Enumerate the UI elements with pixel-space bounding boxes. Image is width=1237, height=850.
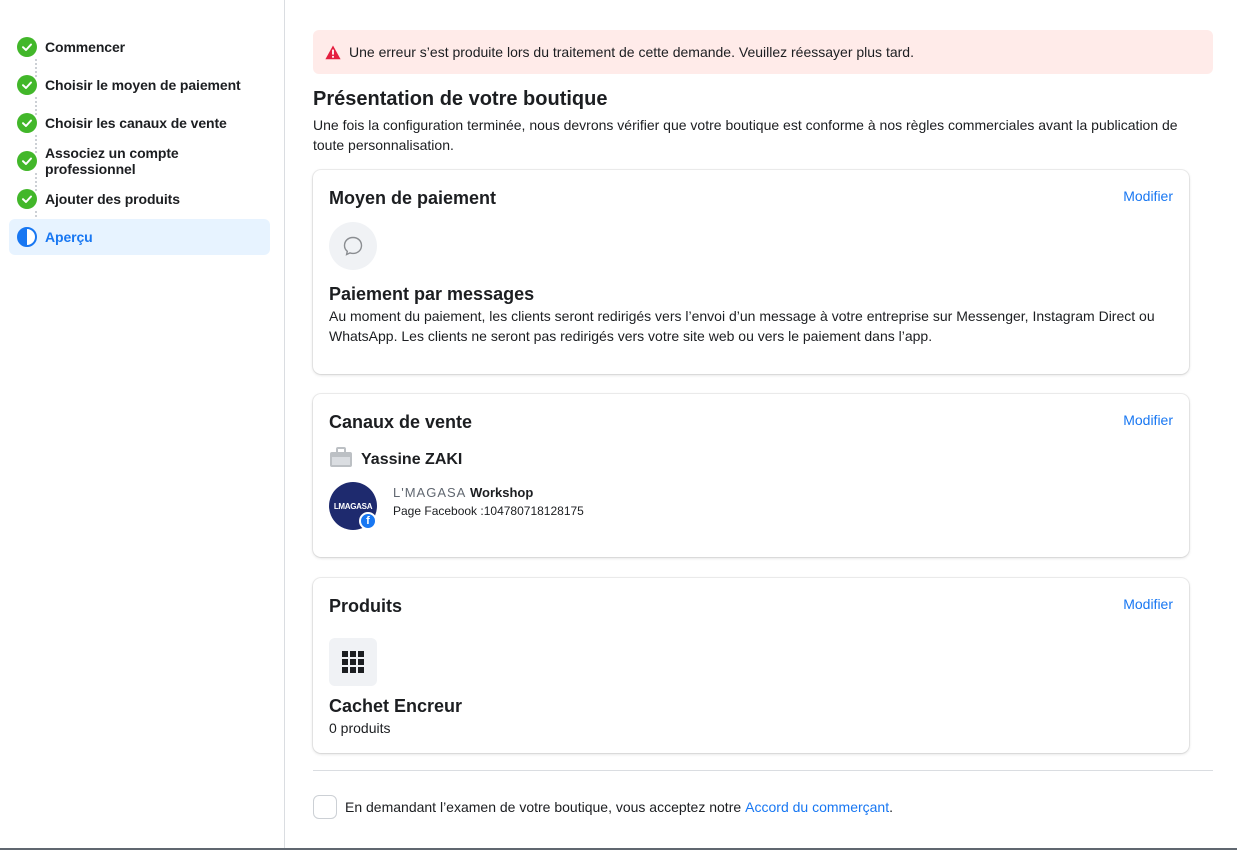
step-label: Choisir les canaux de vente (45, 115, 227, 131)
owner-name: Yassine ZAKI (361, 450, 463, 468)
step-payment-method[interactable]: Choisir le moyen de paiement (9, 67, 270, 103)
payment-method-description: Au moment du paiement, les clients seron… (329, 308, 1155, 344)
step-list: Commencer Choisir le moyen de paiement C… (9, 29, 270, 257)
half-circle-icon (17, 227, 37, 247)
terms-agreement: En demandant l’examen de votre boutique,… (313, 795, 893, 819)
divider (313, 770, 1213, 771)
catalog-name: Cachet Encreur (329, 696, 463, 716)
check-icon (17, 113, 37, 133)
warning-icon (325, 45, 341, 60)
check-icon (17, 37, 37, 57)
modify-payment-link[interactable]: Modifier (1123, 188, 1173, 204)
step-commencer[interactable]: Commencer (9, 29, 270, 65)
facebook-icon: f (359, 512, 377, 530)
error-banner: Une erreur s’est produite lors du traite… (313, 30, 1213, 74)
products-card: Produits Modifier Cachet Encreur 0 produ… (313, 578, 1189, 753)
step-preview[interactable]: Aperçu (9, 219, 270, 255)
step-label: Commencer (45, 39, 126, 55)
terms-suffix: . (889, 799, 893, 815)
sidebar: Commencer Choisir le moyen de paiement C… (0, 0, 285, 850)
check-icon (17, 151, 37, 171)
step-label: Associez un compte professionnel (45, 145, 179, 177)
card-title: Moyen de paiement (329, 188, 497, 208)
card-title: Canaux de vente (329, 412, 473, 432)
payment-card: Moyen de paiement Modifier Paiement par … (313, 170, 1189, 374)
page-name-part2: Workshop (469, 485, 534, 500)
sales-channels-card: Canaux de vente Modifier Yassine ZAKI LM… (313, 394, 1189, 557)
check-icon (17, 75, 37, 95)
terms-checkbox[interactable] (313, 795, 337, 819)
main-content: Une erreur s’est produite lors du traite… (313, 30, 1213, 819)
step-add-products[interactable]: Ajouter des produits (9, 181, 270, 217)
step-sales-channels[interactable]: Choisir les canaux de vente (9, 105, 270, 141)
terms-text: En demandant l’examen de votre boutique,… (345, 799, 742, 815)
error-message: Une erreur s’est produite lors du traite… (349, 44, 914, 60)
product-count: 0 produits (329, 720, 391, 736)
chat-bubble-icon (329, 222, 377, 270)
step-label: Choisir le moyen de paiement (45, 77, 241, 93)
page-id: Page Facebook :104780718128175 (393, 504, 584, 518)
business-owner: Yassine ZAKI (329, 446, 462, 473)
step-business-account[interactable]: Associez un compte professionnel (9, 143, 270, 179)
grid-icon (329, 638, 377, 686)
page-name: L'MAGASA Workshop (393, 485, 533, 500)
step-label: Aperçu (45, 229, 93, 245)
modify-products-link[interactable]: Modifier (1123, 596, 1173, 612)
check-icon (17, 189, 37, 209)
modify-channels-link[interactable]: Modifier (1123, 412, 1173, 428)
page-subtitle: Une fois la configuration terminée, nous… (313, 117, 1178, 153)
payment-method-title: Paiement par messages (329, 284, 535, 304)
merchant-agreement-link[interactable]: Accord du commerçant (745, 799, 889, 815)
step-label: Ajouter des produits (45, 191, 180, 207)
avatar-logo-text: LMAGASA (333, 501, 373, 511)
page-name-part1: L'MAGASA (393, 485, 467, 500)
briefcase-icon (329, 446, 353, 473)
page-title: Présentation de votre boutique (313, 88, 608, 110)
card-title: Produits (329, 596, 403, 616)
